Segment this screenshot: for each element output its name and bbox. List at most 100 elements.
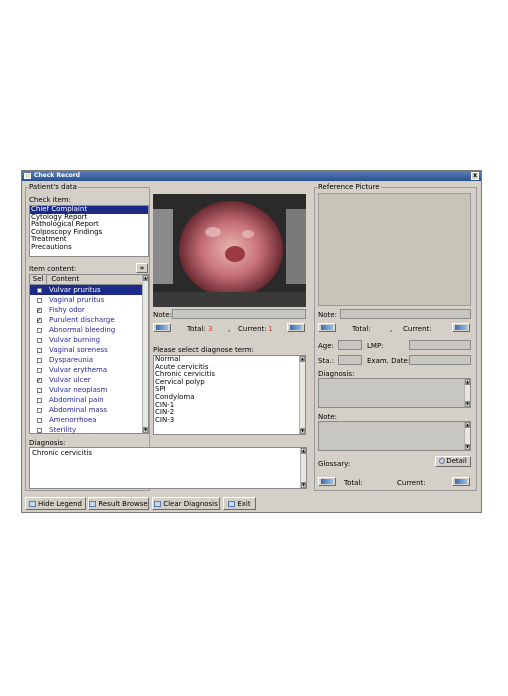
- scroll-down-icon[interactable]: ▼: [301, 482, 306, 488]
- row-checkbox[interactable]: [36, 376, 42, 386]
- ref-note-label: Note:: [318, 311, 337, 319]
- row-content-label: Vulvar burning: [49, 336, 101, 344]
- check-item-list[interactable]: Chief Complaint Cytology Report Patholog…: [29, 205, 149, 257]
- ref-note2-field[interactable]: ▲ ▼: [318, 421, 471, 451]
- diagnose-prompt: Please select diagnose term:: [153, 346, 254, 354]
- age-field[interactable]: [338, 340, 362, 350]
- terms-scrollbar[interactable]: ▲ ▼: [299, 356, 305, 434]
- scroll-down-icon[interactable]: ▼: [143, 427, 148, 433]
- scroll-up-icon[interactable]: ▲: [301, 448, 306, 454]
- next-image-button[interactable]: [287, 323, 305, 332]
- table-header: Sel Content: [30, 275, 148, 285]
- row-content-label: Amenorrhoea: [49, 416, 97, 424]
- row-content-label: Vulvar ulcer: [49, 376, 91, 384]
- scroll-down-icon[interactable]: ▼: [300, 428, 305, 434]
- prev-image-button[interactable]: [153, 323, 171, 332]
- table-row[interactable]: Abdominal pain: [30, 395, 148, 405]
- item-content-scrollbar[interactable]: ▲ ▼: [142, 275, 148, 433]
- scroll-up-icon[interactable]: ▲: [465, 379, 470, 385]
- result-browse-button[interactable]: Result Browse: [88, 497, 149, 510]
- row-checkbox[interactable]: [36, 347, 42, 353]
- scroll-down-icon[interactable]: ▼: [465, 401, 470, 407]
- ref-diagnosis-field[interactable]: ▲ ▼: [318, 378, 471, 408]
- clear-diagnosis-button[interactable]: Clear Diagnosis: [152, 497, 220, 510]
- row-checkbox[interactable]: [36, 367, 42, 373]
- table-row[interactable]: Vaginal pruritus: [30, 295, 148, 305]
- table-row[interactable]: Vulvar ulcer: [30, 375, 148, 386]
- diagnose-term-item[interactable]: CIN-2: [154, 409, 305, 417]
- table-row[interactable]: Amenorrhoea: [30, 415, 148, 425]
- exam-date-field[interactable]: [409, 355, 471, 365]
- row-checkbox[interactable]: [36, 357, 42, 363]
- scroll-down-icon[interactable]: ▼: [465, 444, 470, 450]
- item-content-table: Sel Content Vulvar pruritus Vaginal pruri…: [29, 274, 149, 434]
- diagnosis-textarea[interactable]: Chronic cervicitis ▲ ▼: [29, 447, 307, 489]
- hide-legend-button[interactable]: Hide Legend: [25, 497, 86, 510]
- row-content-label: Dyspareunia: [49, 356, 94, 364]
- row-checkbox[interactable]: [36, 327, 42, 333]
- row-checkbox-cell: [31, 305, 47, 316]
- ref-next-button[interactable]: [452, 323, 470, 332]
- row-checkbox[interactable]: [36, 407, 42, 413]
- current-value: 1: [268, 325, 273, 333]
- table-row[interactable]: Dyspareunia: [30, 355, 148, 365]
- row-checkbox[interactable]: [36, 387, 42, 393]
- row-content-label: Purulent discharge: [49, 316, 115, 324]
- ref-diagnosis-scrollbar[interactable]: ▲ ▼: [464, 379, 470, 407]
- row-checkbox-cell: [31, 335, 47, 345]
- image-note-field[interactable]: [172, 309, 306, 319]
- table-row[interactable]: Vulvar erythema: [30, 365, 148, 375]
- close-button[interactable]: x: [471, 172, 479, 180]
- row-checkbox[interactable]: [36, 427, 42, 433]
- expand-button[interactable]: »: [136, 263, 148, 273]
- scroll-up-icon[interactable]: ▲: [465, 422, 470, 428]
- scroll-up-icon[interactable]: ▲: [300, 356, 305, 362]
- ref-total-label: Total:: [352, 325, 371, 333]
- table-row[interactable]: Vulvar burning: [30, 335, 148, 345]
- reference-image[interactable]: [318, 193, 471, 306]
- check-record-window: Check Record x Patient's data Check item…: [21, 170, 482, 513]
- ref-note2-scrollbar[interactable]: ▲ ▼: [464, 422, 470, 450]
- result-browse-label: Result Browse: [98, 500, 148, 508]
- scroll-up-icon[interactable]: ▲: [143, 275, 148, 281]
- row-checkbox[interactable]: [36, 337, 42, 343]
- diagnose-term-item[interactable]: Condyloma: [154, 393, 305, 402]
- table-row[interactable]: Fishy odor: [30, 305, 148, 316]
- row-checkbox[interactable]: [36, 417, 42, 423]
- content-column-header[interactable]: Content: [49, 275, 79, 283]
- lmp-field[interactable]: [409, 340, 471, 350]
- ref-note-field[interactable]: [340, 309, 471, 319]
- check-item-5[interactable]: Precautions: [30, 243, 148, 252]
- row-checkbox-cell: [31, 315, 47, 326]
- colposcopy-image[interactable]: [153, 194, 306, 307]
- glossary-prev-button[interactable]: [318, 477, 336, 486]
- item-content-label: Item content:: [29, 265, 77, 273]
- ref-prev-button[interactable]: [318, 323, 336, 332]
- table-row[interactable]: Abdominal mass: [30, 405, 148, 415]
- diagnose-term-item[interactable]: Cervical polyp: [154, 378, 305, 387]
- table-row[interactable]: Vulvar pruritus: [30, 285, 148, 295]
- row-checkbox[interactable]: [36, 397, 42, 403]
- row-checkbox[interactable]: [36, 316, 42, 326]
- row-checkbox[interactable]: [36, 306, 42, 316]
- table-row[interactable]: Purulent discharge: [30, 315, 148, 326]
- sta-field[interactable]: [338, 355, 362, 365]
- detail-button[interactable]: Detail: [435, 456, 471, 467]
- diagnose-term-item[interactable]: CIN-1: [154, 401, 305, 410]
- diagnosis-scrollbar[interactable]: ▲ ▼: [300, 448, 306, 488]
- glossary-next-button[interactable]: [452, 477, 470, 486]
- current-label: Current:: [238, 325, 267, 333]
- table-row[interactable]: Abnormal bleeding: [30, 325, 148, 335]
- ref-current-label: Current:: [403, 325, 432, 333]
- sel-column-header[interactable]: Sel: [30, 275, 47, 284]
- table-row[interactable]: Vaginal soreness: [30, 345, 148, 355]
- diagnose-term-item[interactable]: CIN-3: [154, 416, 305, 425]
- diagnose-term-list[interactable]: Normal Acute cervicitis Chronic cervicitis…: [153, 355, 306, 435]
- table-row[interactable]: Vulvar neoplasm: [30, 385, 148, 395]
- exit-button[interactable]: Exit: [223, 497, 256, 510]
- row-content-label: Vulvar erythema: [49, 366, 108, 374]
- table-row[interactable]: Sterility: [30, 425, 148, 435]
- row-checkbox[interactable]: [36, 287, 42, 293]
- row-content-label: Vulvar neoplasm: [49, 386, 108, 394]
- row-checkbox[interactable]: [36, 297, 42, 303]
